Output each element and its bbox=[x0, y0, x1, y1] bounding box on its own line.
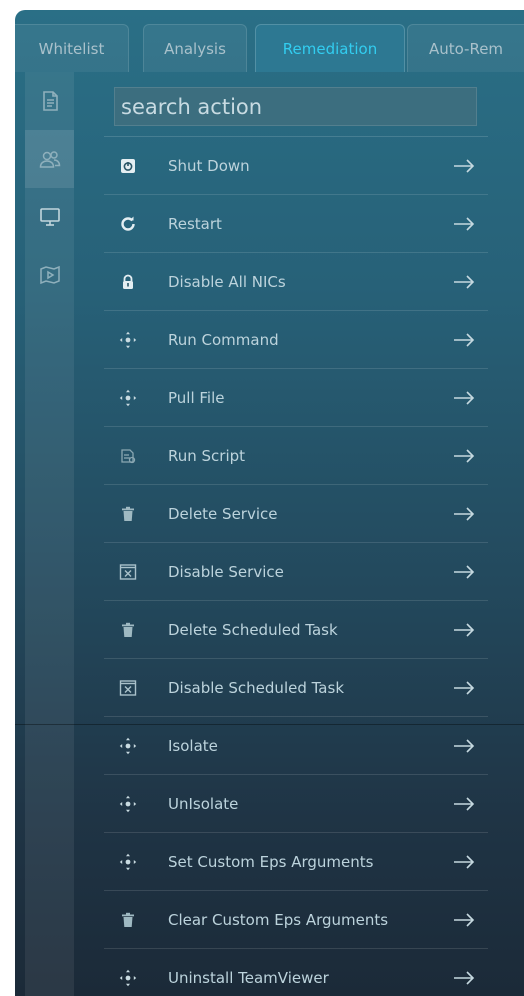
tab-remediation[interactable]: Remediation bbox=[255, 24, 405, 72]
arrow-right-icon[interactable] bbox=[452, 506, 476, 522]
arrow-right-icon[interactable] bbox=[452, 622, 476, 638]
action-list: Shut Down Restart Disable All NICs Run Comm… bbox=[104, 137, 488, 996]
move-arrows-icon bbox=[118, 388, 138, 408]
action-label: Disable Scheduled Task bbox=[168, 678, 345, 697]
lock-icon bbox=[118, 272, 138, 292]
tab-analysis[interactable]: Analysis bbox=[143, 24, 247, 72]
trash-icon bbox=[118, 620, 138, 640]
action-item-disable-all-nics[interactable]: Disable All NICs bbox=[104, 253, 488, 311]
tab-bar: Whitelist Analysis Remediation Auto-Rem bbox=[15, 10, 524, 72]
tab-whitelist[interactable]: Whitelist bbox=[15, 24, 129, 72]
arrow-right-icon[interactable] bbox=[452, 912, 476, 928]
action-item-uninstall-teamviewer[interactable]: Uninstall TeamViewer bbox=[104, 949, 488, 996]
users-icon[interactable] bbox=[25, 130, 74, 188]
section-divider bbox=[15, 724, 524, 725]
action-label: Pull File bbox=[168, 388, 225, 407]
action-label: Delete Service bbox=[168, 504, 278, 523]
action-label: Run Command bbox=[168, 330, 279, 349]
trash-icon bbox=[118, 504, 138, 524]
tab-auto-rem[interactable]: Auto-Rem bbox=[407, 24, 524, 72]
action-label: Shut Down bbox=[168, 156, 250, 175]
arrow-right-icon[interactable] bbox=[452, 390, 476, 406]
action-item-isolate[interactable]: Isolate bbox=[104, 717, 488, 775]
move-arrows-icon bbox=[118, 852, 138, 872]
action-label: Disable All NICs bbox=[168, 272, 286, 291]
move-arrows-icon bbox=[118, 330, 138, 350]
action-label: UnIsolate bbox=[168, 794, 239, 813]
action-label: Restart bbox=[168, 214, 222, 233]
media-icon[interactable] bbox=[25, 246, 74, 304]
action-label: Isolate bbox=[168, 736, 218, 755]
action-label: Run Script bbox=[168, 446, 246, 465]
action-item-shut-down[interactable]: Shut Down bbox=[104, 137, 488, 195]
action-label: Disable Service bbox=[168, 562, 284, 581]
action-item-disable-scheduled-task[interactable]: Disable Scheduled Task bbox=[104, 659, 488, 717]
remediation-panel: Whitelist Analysis Remediation Auto-Rem bbox=[15, 10, 524, 996]
action-item-delete-scheduled-task[interactable]: Delete Scheduled Task bbox=[104, 601, 488, 659]
x-box-icon bbox=[118, 678, 138, 698]
arrow-right-icon[interactable] bbox=[452, 970, 476, 986]
move-arrows-icon bbox=[118, 736, 138, 756]
action-item-disable-service[interactable]: Disable Service bbox=[104, 543, 488, 601]
arrow-right-icon[interactable] bbox=[452, 448, 476, 464]
arrow-right-icon[interactable] bbox=[452, 796, 476, 812]
action-label: Delete Scheduled Task bbox=[168, 620, 338, 639]
action-item-run-script[interactable]: Run Script bbox=[104, 427, 488, 485]
x-box-icon bbox=[118, 562, 138, 582]
arrow-right-icon[interactable] bbox=[452, 216, 476, 232]
script-icon bbox=[118, 446, 138, 466]
left-icon-sidebar bbox=[25, 72, 74, 996]
monitor-icon[interactable] bbox=[25, 188, 74, 246]
arrow-right-icon[interactable] bbox=[452, 158, 476, 174]
action-item-unisolate[interactable]: UnIsolate bbox=[104, 775, 488, 833]
trash-icon bbox=[118, 910, 138, 930]
restart-icon bbox=[118, 214, 138, 234]
action-label: Clear Custom Eps Arguments bbox=[168, 910, 389, 929]
arrow-right-icon[interactable] bbox=[452, 854, 476, 870]
action-item-restart[interactable]: Restart bbox=[104, 195, 488, 253]
action-item-pull-file[interactable]: Pull File bbox=[104, 369, 488, 427]
action-item-clear-custom-eps-arguments[interactable]: Clear Custom Eps Arguments bbox=[104, 891, 488, 949]
action-item-delete-service[interactable]: Delete Service bbox=[104, 485, 488, 543]
arrow-right-icon[interactable] bbox=[452, 564, 476, 580]
power-box-icon bbox=[118, 156, 138, 176]
action-item-run-command[interactable]: Run Command bbox=[104, 311, 488, 369]
arrow-right-icon[interactable] bbox=[452, 332, 476, 348]
move-arrows-icon bbox=[118, 794, 138, 814]
action-item-set-custom-eps-arguments[interactable]: Set Custom Eps Arguments bbox=[104, 833, 488, 891]
action-label: Set Custom Eps Arguments bbox=[168, 852, 374, 871]
move-arrows-icon bbox=[118, 968, 138, 988]
arrow-right-icon[interactable] bbox=[452, 274, 476, 290]
document-icon[interactable] bbox=[25, 72, 74, 130]
arrow-right-icon[interactable] bbox=[452, 738, 476, 754]
action-label: Uninstall TeamViewer bbox=[168, 968, 329, 987]
search-action-input[interactable] bbox=[114, 87, 477, 126]
arrow-right-icon[interactable] bbox=[452, 680, 476, 696]
